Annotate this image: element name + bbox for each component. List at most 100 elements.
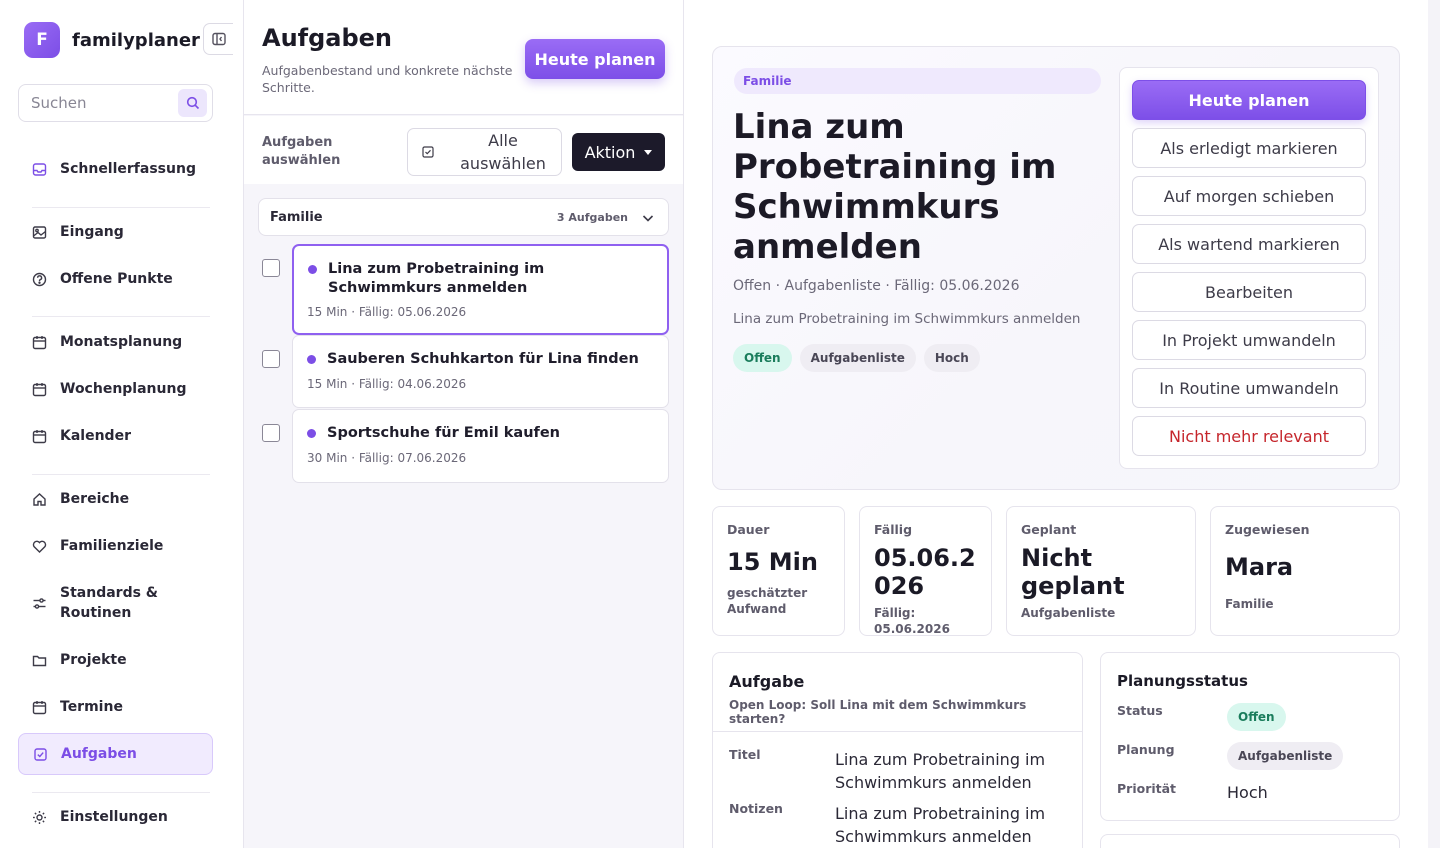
sidebar-item-label: Standards & Routinen xyxy=(60,585,158,621)
task-title: Lina zum Probetraining im Schwimmkurs an… xyxy=(328,261,545,296)
stat-due: Fällig 05.06.2026 Fällig: 05.06.2026 xyxy=(859,506,992,636)
task-detail-notes: Lina zum Probetraining im Schwimmkurs an… xyxy=(733,311,1081,327)
divider xyxy=(32,792,210,793)
field-label: Titel xyxy=(729,747,761,762)
sidebar-item-einstellungen[interactable]: Einstellungen xyxy=(18,796,213,838)
priority-value: Hoch xyxy=(1227,783,1268,802)
edit-button[interactable]: Bearbeiten xyxy=(1132,272,1366,312)
list-badge: Aufgabenliste xyxy=(799,344,916,372)
select-all-label: Alle auswählen xyxy=(460,131,546,173)
search-icon xyxy=(186,96,199,110)
sidebar-item-wochenplanung[interactable]: Wochenplanung xyxy=(18,368,213,410)
checkbox-icon xyxy=(32,746,48,762)
group-count: 3 Aufgaben xyxy=(556,211,628,224)
task-detail-meta: Offen · Aufgabenliste · Fällig: 05.06.20… xyxy=(733,278,1020,294)
calendar-icon xyxy=(31,428,47,444)
sidebar-item-familienziele[interactable]: Familienziele xyxy=(18,525,213,567)
action-dropdown[interactable]: Aktion xyxy=(572,133,665,171)
task-checkbox[interactable] xyxy=(262,259,280,277)
status-dot xyxy=(307,429,316,438)
status-dot xyxy=(307,355,316,364)
task-checkbox[interactable] xyxy=(262,350,280,368)
task-title: Sportschuhe für Emil kaufen xyxy=(327,425,560,441)
sidebar-item-label: Offene Punkte xyxy=(60,271,173,287)
brand[interactable]: F familyplaner xyxy=(24,22,200,58)
plan-today-button[interactable]: Heute planen xyxy=(525,39,665,79)
sidebar-item-eingang[interactable]: Eingang xyxy=(18,211,213,253)
calendar-icon xyxy=(31,334,47,350)
sidebar-item-aufgaben[interactable]: Aufgaben xyxy=(18,733,213,775)
task-detail: Familie Lina zum Probetraining im Schwim… xyxy=(684,0,1428,848)
select-tasks-label: Aufgaben auswählen xyxy=(262,135,341,168)
task-group-header[interactable]: Familie 3 Aufgaben xyxy=(258,198,669,236)
mark-done-button[interactable]: Als erledigt markieren xyxy=(1132,128,1366,168)
stat-label: Geplant xyxy=(1021,522,1077,537)
sidebar-item-projekte[interactable]: Projekte xyxy=(18,639,213,681)
sidebar-item-kalender[interactable]: Kalender xyxy=(18,415,213,457)
postpone-button[interactable]: Auf morgen schieben xyxy=(1132,176,1366,216)
stat-sub: geschätzter Aufwand xyxy=(727,586,808,616)
stat-assigned: Zugewiesen Mara Familie xyxy=(1210,506,1400,636)
task-info-card: Aufgabe Open Loop: Soll Lina mit dem Sch… xyxy=(712,652,1083,848)
sidebar: F familyplaner Schnellerfassung Eingang … xyxy=(0,0,244,848)
search-input[interactable] xyxy=(19,85,169,121)
stat-planned: Geplant Nicht geplant Aufgabenliste xyxy=(1006,506,1196,636)
search-box xyxy=(18,84,213,122)
action-panel: Heute planen Als erledigt markieren Auf … xyxy=(1119,67,1379,469)
stat-value: 05.06.2026 xyxy=(874,544,976,600)
sidebar-item-label: Kalender xyxy=(60,428,131,444)
field-label: Planung xyxy=(1117,742,1175,757)
sun-gear-icon xyxy=(31,809,47,825)
sidebar-item-monatsplanung[interactable]: Monatsplanung xyxy=(18,321,213,363)
sidebar-item-schnellerfassung[interactable]: Schnellerfassung xyxy=(18,148,213,190)
convert-to-routine-button[interactable]: In Routine umwandeln xyxy=(1132,368,1366,408)
app-name: familyplaner xyxy=(72,29,200,51)
sidebar-item-standards-routinen[interactable]: Standards & Routinen xyxy=(18,581,213,625)
page-title: Aufgaben xyxy=(262,24,393,52)
task-title: Sauberen Schuhkarton für Lina finden xyxy=(327,351,639,367)
plan-today-button[interactable]: Heute planen xyxy=(1132,80,1366,120)
sidebar-item-label: Wochenplanung xyxy=(60,381,187,397)
sidebar-item-label: Eingang xyxy=(60,224,124,240)
task-card[interactable]: Lina zum Probetraining im Schwimmkurs an… xyxy=(292,244,669,335)
sidebar-item-label: Termine xyxy=(60,699,123,715)
status-chips: Offen Aufgabenliste Hoch xyxy=(733,344,988,372)
task-card[interactable]: Sauberen Schuhkarton für Lina finden 15 … xyxy=(292,335,669,408)
divider xyxy=(32,316,210,317)
sidebar-item-label: Aufgaben xyxy=(61,746,137,762)
sidebar-item-label: Familienziele xyxy=(60,538,164,554)
stat-sub: Familie xyxy=(1225,597,1274,611)
field-value: Lina zum Probetraining im Schwimmkurs an… xyxy=(835,804,1046,846)
folder-icon xyxy=(31,652,47,668)
inbox-icon xyxy=(31,161,47,177)
card-title: Planungsstatus xyxy=(1117,672,1248,690)
search-button[interactable] xyxy=(178,89,207,117)
sidebar-item-termine[interactable]: Termine xyxy=(18,686,213,728)
sidebar-item-offene-punkte[interactable]: Offene Punkte xyxy=(18,258,213,300)
mark-waiting-button[interactable]: Als wartend markieren xyxy=(1132,224,1366,264)
caret-down-icon xyxy=(644,149,653,155)
sidebar-item-label: Projekte xyxy=(60,652,127,668)
status-badge: Offen xyxy=(1227,703,1286,731)
action-label: Aktion xyxy=(584,142,636,162)
convert-to-project-button[interactable]: In Projekt umwandeln xyxy=(1132,320,1366,360)
status-badge: Offen xyxy=(733,344,792,372)
task-checkbox[interactable] xyxy=(262,424,280,442)
task-list-panel: Aufgaben Aufgabenbestand und konkrete nä… xyxy=(244,0,684,848)
task-card[interactable]: Sportschuhe für Emil kaufen 30 Min · Fäl… xyxy=(292,409,669,483)
stat-sub: Aufgabenliste xyxy=(1021,606,1116,620)
sidebar-item-bereiche[interactable]: Bereiche xyxy=(18,478,213,520)
next-card xyxy=(1100,834,1400,848)
page-subtitle: Aufgabenbestand und konkrete nächste Sch… xyxy=(262,63,513,95)
home-icon xyxy=(31,491,47,507)
task-detail-title: Lina zum Probetraining im Schwimmkurs an… xyxy=(733,107,1057,267)
task-meta: 30 Min · Fällig: 07.06.2026 xyxy=(307,451,467,465)
select-all-button[interactable]: Alle auswählen xyxy=(407,128,562,176)
collapse-sidebar-button[interactable] xyxy=(203,23,233,55)
field-label: Status xyxy=(1117,703,1163,718)
not-relevant-button[interactable]: Nicht mehr relevant xyxy=(1132,416,1366,456)
card-subtitle: Open Loop: Soll Lina mit dem Schwimmkurs… xyxy=(729,698,1027,726)
app-logo: F xyxy=(24,22,60,58)
heart-icon xyxy=(31,538,47,554)
priority-badge: Hoch xyxy=(923,344,980,372)
